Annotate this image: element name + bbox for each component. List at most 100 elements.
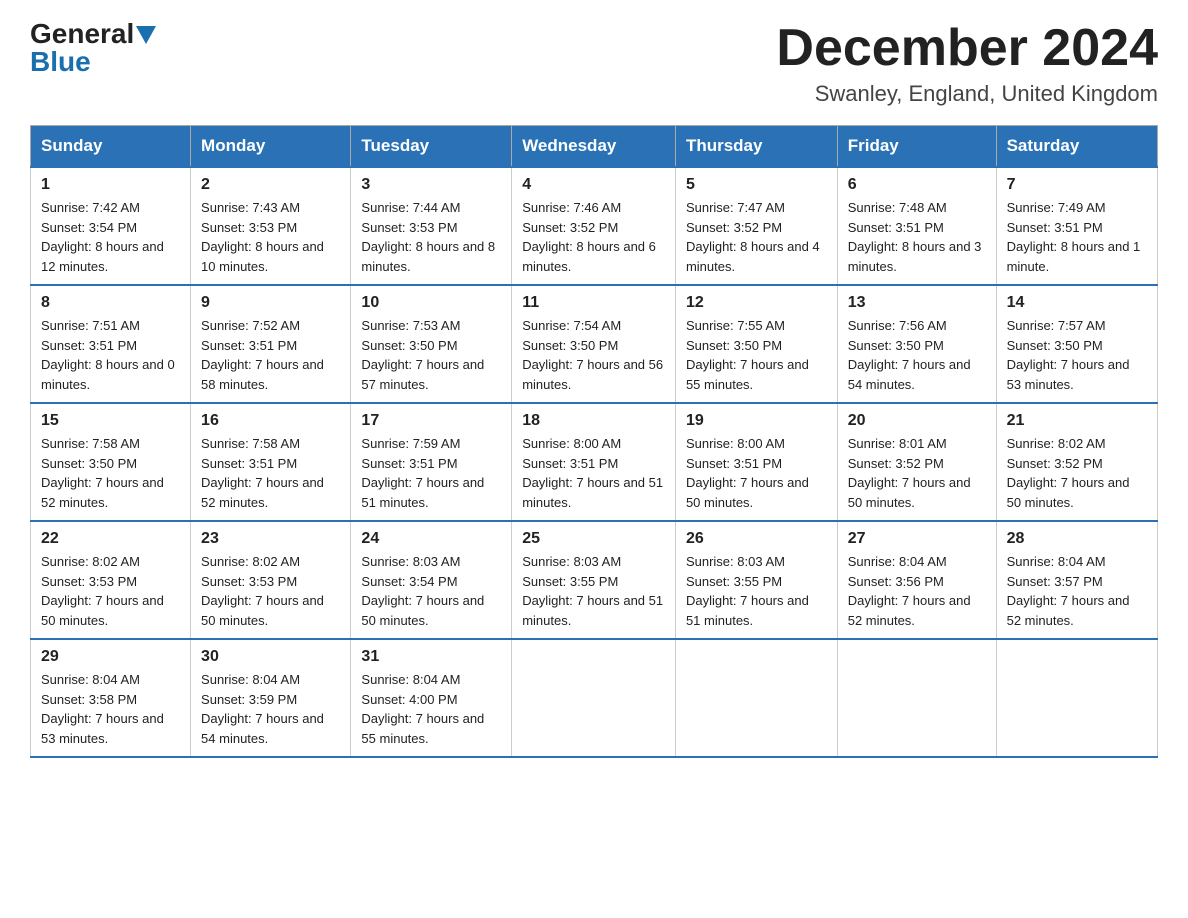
calendar-header-thursday: Thursday — [675, 126, 837, 168]
day-number: 19 — [686, 412, 827, 430]
calendar-cell: 19 Sunrise: 8:00 AMSunset: 3:51 PMDaylig… — [675, 403, 837, 521]
day-info: Sunrise: 7:53 AMSunset: 3:50 PMDaylight:… — [361, 316, 501, 394]
day-info: Sunrise: 8:03 AMSunset: 3:54 PMDaylight:… — [361, 552, 501, 630]
calendar-cell: 13 Sunrise: 7:56 AMSunset: 3:50 PMDaylig… — [837, 285, 996, 403]
calendar-cell: 12 Sunrise: 7:55 AMSunset: 3:50 PMDaylig… — [675, 285, 837, 403]
day-number: 26 — [686, 530, 827, 548]
day-info: Sunrise: 7:52 AMSunset: 3:51 PMDaylight:… — [201, 316, 340, 394]
calendar-cell: 17 Sunrise: 7:59 AMSunset: 3:51 PMDaylig… — [351, 403, 512, 521]
day-info: Sunrise: 7:59 AMSunset: 3:51 PMDaylight:… — [361, 434, 501, 512]
day-number: 31 — [361, 648, 501, 666]
day-info: Sunrise: 7:55 AMSunset: 3:50 PMDaylight:… — [686, 316, 827, 394]
day-number: 11 — [522, 294, 665, 312]
calendar-header-saturday: Saturday — [996, 126, 1157, 168]
day-number: 20 — [848, 412, 986, 430]
calendar-header-sunday: Sunday — [31, 126, 191, 168]
calendar-cell: 18 Sunrise: 8:00 AMSunset: 3:51 PMDaylig… — [512, 403, 676, 521]
calendar-cell: 16 Sunrise: 7:58 AMSunset: 3:51 PMDaylig… — [191, 403, 351, 521]
calendar-cell — [675, 639, 837, 757]
day-info: Sunrise: 8:00 AMSunset: 3:51 PMDaylight:… — [686, 434, 827, 512]
calendar-header-wednesday: Wednesday — [512, 126, 676, 168]
calendar-cell: 6 Sunrise: 7:48 AMSunset: 3:51 PMDayligh… — [837, 167, 996, 285]
calendar-header-friday: Friday — [837, 126, 996, 168]
calendar-cell: 22 Sunrise: 8:02 AMSunset: 3:53 PMDaylig… — [31, 521, 191, 639]
day-info: Sunrise: 8:04 AMSunset: 3:56 PMDaylight:… — [848, 552, 986, 630]
day-info: Sunrise: 7:43 AMSunset: 3:53 PMDaylight:… — [201, 198, 340, 276]
day-number: 29 — [41, 648, 180, 666]
calendar-week-row: 15 Sunrise: 7:58 AMSunset: 3:50 PMDaylig… — [31, 403, 1158, 521]
calendar-cell: 28 Sunrise: 8:04 AMSunset: 3:57 PMDaylig… — [996, 521, 1157, 639]
logo-general-text: General — [30, 18, 134, 49]
calendar-header-monday: Monday — [191, 126, 351, 168]
logo-blue-text: Blue — [30, 48, 91, 76]
calendar-cell: 7 Sunrise: 7:49 AMSunset: 3:51 PMDayligh… — [996, 167, 1157, 285]
day-number: 13 — [848, 294, 986, 312]
day-info: Sunrise: 8:03 AMSunset: 3:55 PMDaylight:… — [522, 552, 665, 630]
day-info: Sunrise: 8:02 AMSunset: 3:53 PMDaylight:… — [201, 552, 340, 630]
title-block: December 2024 Swanley, England, United K… — [776, 20, 1158, 107]
calendar-cell: 21 Sunrise: 8:02 AMSunset: 3:52 PMDaylig… — [996, 403, 1157, 521]
calendar-header-row: SundayMondayTuesdayWednesdayThursdayFrid… — [31, 126, 1158, 168]
day-number: 6 — [848, 176, 986, 194]
day-info: Sunrise: 7:56 AMSunset: 3:50 PMDaylight:… — [848, 316, 986, 394]
calendar-cell: 11 Sunrise: 7:54 AMSunset: 3:50 PMDaylig… — [512, 285, 676, 403]
calendar-cell — [512, 639, 676, 757]
calendar-cell — [996, 639, 1157, 757]
day-info: Sunrise: 8:01 AMSunset: 3:52 PMDaylight:… — [848, 434, 986, 512]
day-info: Sunrise: 7:58 AMSunset: 3:51 PMDaylight:… — [201, 434, 340, 512]
location: Swanley, England, United Kingdom — [776, 81, 1158, 107]
day-number: 24 — [361, 530, 501, 548]
day-info: Sunrise: 7:51 AMSunset: 3:51 PMDaylight:… — [41, 316, 180, 394]
day-info: Sunrise: 8:04 AMSunset: 3:58 PMDaylight:… — [41, 670, 180, 748]
calendar-cell: 25 Sunrise: 8:03 AMSunset: 3:55 PMDaylig… — [512, 521, 676, 639]
day-info: Sunrise: 7:46 AMSunset: 3:52 PMDaylight:… — [522, 198, 665, 276]
day-info: Sunrise: 7:48 AMSunset: 3:51 PMDaylight:… — [848, 198, 986, 276]
day-number: 15 — [41, 412, 180, 430]
calendar-cell: 2 Sunrise: 7:43 AMSunset: 3:53 PMDayligh… — [191, 167, 351, 285]
calendar-week-row: 1 Sunrise: 7:42 AMSunset: 3:54 PMDayligh… — [31, 167, 1158, 285]
calendar-cell: 26 Sunrise: 8:03 AMSunset: 3:55 PMDaylig… — [675, 521, 837, 639]
calendar-week-row: 29 Sunrise: 8:04 AMSunset: 3:58 PMDaylig… — [31, 639, 1158, 757]
calendar-cell: 31 Sunrise: 8:04 AMSunset: 4:00 PMDaylig… — [351, 639, 512, 757]
calendar-cell: 30 Sunrise: 8:04 AMSunset: 3:59 PMDaylig… — [191, 639, 351, 757]
day-number: 25 — [522, 530, 665, 548]
calendar-week-row: 22 Sunrise: 8:02 AMSunset: 3:53 PMDaylig… — [31, 521, 1158, 639]
logo-triangle-icon — [136, 26, 156, 44]
day-number: 1 — [41, 176, 180, 194]
day-number: 9 — [201, 294, 340, 312]
day-info: Sunrise: 7:54 AMSunset: 3:50 PMDaylight:… — [522, 316, 665, 394]
day-info: Sunrise: 7:44 AMSunset: 3:53 PMDaylight:… — [361, 198, 501, 276]
day-number: 14 — [1007, 294, 1147, 312]
day-number: 12 — [686, 294, 827, 312]
day-number: 10 — [361, 294, 501, 312]
day-info: Sunrise: 8:00 AMSunset: 3:51 PMDaylight:… — [522, 434, 665, 512]
day-number: 21 — [1007, 412, 1147, 430]
day-number: 5 — [686, 176, 827, 194]
calendar-cell: 14 Sunrise: 7:57 AMSunset: 3:50 PMDaylig… — [996, 285, 1157, 403]
calendar-cell: 27 Sunrise: 8:04 AMSunset: 3:56 PMDaylig… — [837, 521, 996, 639]
day-number: 16 — [201, 412, 340, 430]
page-header: General Blue December 2024 Swanley, Engl… — [30, 20, 1158, 107]
calendar-cell — [837, 639, 996, 757]
calendar-cell: 15 Sunrise: 7:58 AMSunset: 3:50 PMDaylig… — [31, 403, 191, 521]
calendar-week-row: 8 Sunrise: 7:51 AMSunset: 3:51 PMDayligh… — [31, 285, 1158, 403]
day-info: Sunrise: 8:03 AMSunset: 3:55 PMDaylight:… — [686, 552, 827, 630]
day-info: Sunrise: 7:57 AMSunset: 3:50 PMDaylight:… — [1007, 316, 1147, 394]
day-number: 28 — [1007, 530, 1147, 548]
day-info: Sunrise: 8:04 AMSunset: 3:57 PMDaylight:… — [1007, 552, 1147, 630]
day-number: 3 — [361, 176, 501, 194]
day-number: 23 — [201, 530, 340, 548]
calendar-cell: 23 Sunrise: 8:02 AMSunset: 3:53 PMDaylig… — [191, 521, 351, 639]
day-info: Sunrise: 7:47 AMSunset: 3:52 PMDaylight:… — [686, 198, 827, 276]
calendar-cell: 29 Sunrise: 8:04 AMSunset: 3:58 PMDaylig… — [31, 639, 191, 757]
day-number: 4 — [522, 176, 665, 194]
calendar-cell: 4 Sunrise: 7:46 AMSunset: 3:52 PMDayligh… — [512, 167, 676, 285]
calendar-cell: 8 Sunrise: 7:51 AMSunset: 3:51 PMDayligh… — [31, 285, 191, 403]
day-info: Sunrise: 8:04 AMSunset: 4:00 PMDaylight:… — [361, 670, 501, 748]
day-info: Sunrise: 8:04 AMSunset: 3:59 PMDaylight:… — [201, 670, 340, 748]
calendar-table: SundayMondayTuesdayWednesdayThursdayFrid… — [30, 125, 1158, 758]
day-number: 17 — [361, 412, 501, 430]
day-info: Sunrise: 7:42 AMSunset: 3:54 PMDaylight:… — [41, 198, 180, 276]
day-number: 18 — [522, 412, 665, 430]
day-info: Sunrise: 7:58 AMSunset: 3:50 PMDaylight:… — [41, 434, 180, 512]
